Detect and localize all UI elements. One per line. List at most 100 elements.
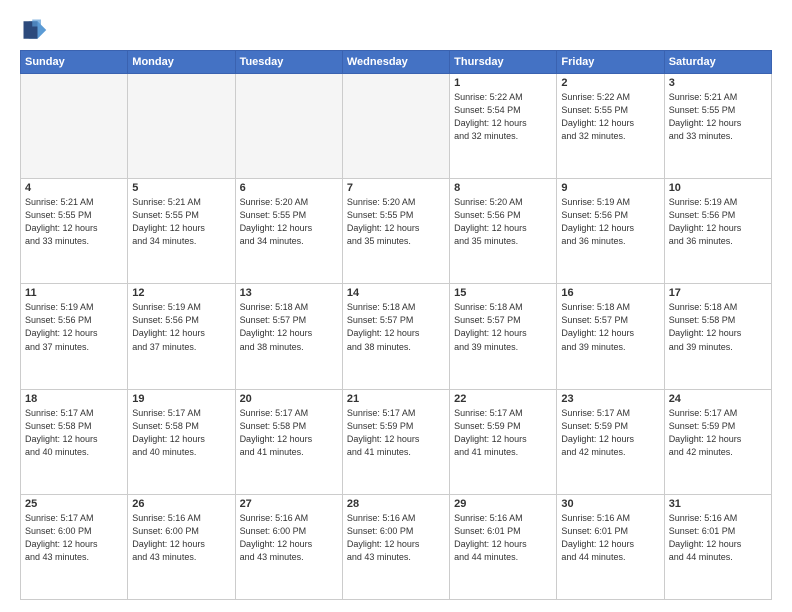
day-number: 10 [669,182,767,194]
day-number: 29 [454,498,552,510]
day-number: 4 [25,182,123,194]
day-info: Sunrise: 5:19 AM Sunset: 5:56 PM Dayligh… [132,301,230,353]
day-info: Sunrise: 5:17 AM Sunset: 5:59 PM Dayligh… [347,407,445,459]
day-info: Sunrise: 5:22 AM Sunset: 5:54 PM Dayligh… [454,91,552,143]
calendar-cell: 26 Sunrise: 5:16 AM Sunset: 6:00 PM Dayli… [128,494,235,599]
calendar-week-row: 1 Sunrise: 5:22 AM Sunset: 5:54 PM Daylig… [21,74,772,179]
day-number: 20 [240,393,338,405]
calendar-cell: 17 Sunrise: 5:18 AM Sunset: 5:58 PM Dayli… [664,284,771,389]
day-info: Sunrise: 5:17 AM Sunset: 5:58 PM Dayligh… [25,407,123,459]
day-number: 26 [132,498,230,510]
day-info: Sunrise: 5:17 AM Sunset: 5:58 PM Dayligh… [132,407,230,459]
day-number: 15 [454,287,552,299]
calendar-cell: 28Sunrise: 5:16 AM Sunset: 6:00 PM Dayli… [342,494,449,599]
day-number: 5 [132,182,230,194]
calendar-cell: 14Sunrise: 5:18 AM Sunset: 5:57 PM Dayli… [342,284,449,389]
calendar-cell: 30 Sunrise: 5:16 AM Sunset: 6:01 PM Dayli… [557,494,664,599]
day-number: 2 [561,77,659,89]
calendar-cell: 22 Sunrise: 5:17 AM Sunset: 5:59 PM Dayli… [450,389,557,494]
day-info: Sunrise: 5:21 AM Sunset: 5:55 PM Dayligh… [25,196,123,248]
day-number: 12 [132,287,230,299]
day-info: Sunrise: 5:22 AM Sunset: 5:55 PM Dayligh… [561,91,659,143]
day-info: Sunrise: 5:19 AM Sunset: 5:56 PM Dayligh… [25,301,123,353]
day-info: Sunrise: 5:16 AM Sunset: 6:01 PM Dayligh… [669,512,767,564]
day-number: 22 [454,393,552,405]
calendar-cell: 13Sunrise: 5:18 AM Sunset: 5:57 PM Dayli… [235,284,342,389]
calendar-cell: 9 Sunrise: 5:19 AM Sunset: 5:56 PM Daylig… [557,179,664,284]
calendar-cell: 16 Sunrise: 5:18 AM Sunset: 5:57 PM Dayli… [557,284,664,389]
day-info: Sunrise: 5:18 AM Sunset: 5:57 PM Dayligh… [454,301,552,353]
day-number: 18 [25,393,123,405]
calendar-cell: 20Sunrise: 5:17 AM Sunset: 5:58 PM Dayli… [235,389,342,494]
calendar-week-row: 25 Sunrise: 5:17 AM Sunset: 6:00 PM Dayli… [21,494,772,599]
day-info: Sunrise: 5:16 AM Sunset: 6:01 PM Dayligh… [454,512,552,564]
calendar-cell [21,74,128,179]
logo [20,16,52,44]
calendar-cell: 25 Sunrise: 5:17 AM Sunset: 6:00 PM Dayli… [21,494,128,599]
calendar-cell: 2 Sunrise: 5:22 AM Sunset: 5:55 PM Daylig… [557,74,664,179]
calendar-header-row: SundayMondayTuesdayWednesdayThursdayFrid… [21,51,772,74]
logo-icon [20,16,48,44]
weekday-header: Monday [128,51,235,74]
day-info: Sunrise: 5:17 AM Sunset: 6:00 PM Dayligh… [25,512,123,564]
calendar-week-row: 4 Sunrise: 5:21 AM Sunset: 5:55 PM Daylig… [21,179,772,284]
day-number: 17 [669,287,767,299]
day-number: 3 [669,77,767,89]
day-number: 9 [561,182,659,194]
weekday-header: Friday [557,51,664,74]
day-number: 7 [347,182,445,194]
weekday-header: Tuesday [235,51,342,74]
calendar-cell: 7 Sunrise: 5:20 AM Sunset: 5:55 PM Daylig… [342,179,449,284]
calendar-cell: 29 Sunrise: 5:16 AM Sunset: 6:01 PM Dayli… [450,494,557,599]
calendar-cell: 23Sunrise: 5:17 AM Sunset: 5:59 PM Dayli… [557,389,664,494]
calendar-cell [235,74,342,179]
weekday-header: Wednesday [342,51,449,74]
day-info: Sunrise: 5:20 AM Sunset: 5:55 PM Dayligh… [240,196,338,248]
day-info: Sunrise: 5:19 AM Sunset: 5:56 PM Dayligh… [669,196,767,248]
day-number: 30 [561,498,659,510]
calendar-table: SundayMondayTuesdayWednesdayThursdayFrid… [20,50,772,600]
day-info: Sunrise: 5:16 AM Sunset: 6:00 PM Dayligh… [240,512,338,564]
day-number: 24 [669,393,767,405]
calendar-cell: 6Sunrise: 5:20 AM Sunset: 5:55 PM Daylig… [235,179,342,284]
calendar-cell [342,74,449,179]
day-info: Sunrise: 5:20 AM Sunset: 5:56 PM Dayligh… [454,196,552,248]
calendar-cell: 12 Sunrise: 5:19 AM Sunset: 5:56 PM Dayli… [128,284,235,389]
day-info: Sunrise: 5:18 AM Sunset: 5:57 PM Dayligh… [561,301,659,353]
day-info: Sunrise: 5:19 AM Sunset: 5:56 PM Dayligh… [561,196,659,248]
weekday-header: Thursday [450,51,557,74]
day-info: Sunrise: 5:21 AM Sunset: 5:55 PM Dayligh… [669,91,767,143]
day-number: 8 [454,182,552,194]
day-number: 13 [240,287,338,299]
calendar-cell: 18 Sunrise: 5:17 AM Sunset: 5:58 PM Dayli… [21,389,128,494]
calendar-cell: 15 Sunrise: 5:18 AM Sunset: 5:57 PM Dayli… [450,284,557,389]
calendar-cell: 1 Sunrise: 5:22 AM Sunset: 5:54 PM Daylig… [450,74,557,179]
day-info: Sunrise: 5:17 AM Sunset: 5:59 PM Dayligh… [454,407,552,459]
calendar-cell: 5 Sunrise: 5:21 AM Sunset: 5:55 PM Daylig… [128,179,235,284]
day-number: 16 [561,287,659,299]
calendar-cell: 19 Sunrise: 5:17 AM Sunset: 5:58 PM Dayli… [128,389,235,494]
day-info: Sunrise: 5:16 AM Sunset: 6:01 PM Dayligh… [561,512,659,564]
day-info: Sunrise: 5:18 AM Sunset: 5:58 PM Dayligh… [669,301,767,353]
calendar-cell [128,74,235,179]
day-number: 31 [669,498,767,510]
day-number: 1 [454,77,552,89]
day-number: 28 [347,498,445,510]
page: SundayMondayTuesdayWednesdayThursdayFrid… [0,0,792,612]
day-info: Sunrise: 5:21 AM Sunset: 5:55 PM Dayligh… [132,196,230,248]
calendar-week-row: 11Sunrise: 5:19 AM Sunset: 5:56 PM Dayli… [21,284,772,389]
calendar-cell: 21Sunrise: 5:17 AM Sunset: 5:59 PM Dayli… [342,389,449,494]
day-info: Sunrise: 5:16 AM Sunset: 6:00 PM Dayligh… [132,512,230,564]
calendar-week-row: 18 Sunrise: 5:17 AM Sunset: 5:58 PM Dayli… [21,389,772,494]
calendar-cell: 8 Sunrise: 5:20 AM Sunset: 5:56 PM Daylig… [450,179,557,284]
day-info: Sunrise: 5:17 AM Sunset: 5:59 PM Dayligh… [669,407,767,459]
weekday-header: Sunday [21,51,128,74]
header [20,16,772,44]
calendar-cell: 11Sunrise: 5:19 AM Sunset: 5:56 PM Dayli… [21,284,128,389]
weekday-header: Saturday [664,51,771,74]
day-number: 25 [25,498,123,510]
day-info: Sunrise: 5:17 AM Sunset: 5:59 PM Dayligh… [561,407,659,459]
day-info: Sunrise: 5:20 AM Sunset: 5:55 PM Dayligh… [347,196,445,248]
day-number: 19 [132,393,230,405]
calendar-cell: 31 Sunrise: 5:16 AM Sunset: 6:01 PM Dayli… [664,494,771,599]
